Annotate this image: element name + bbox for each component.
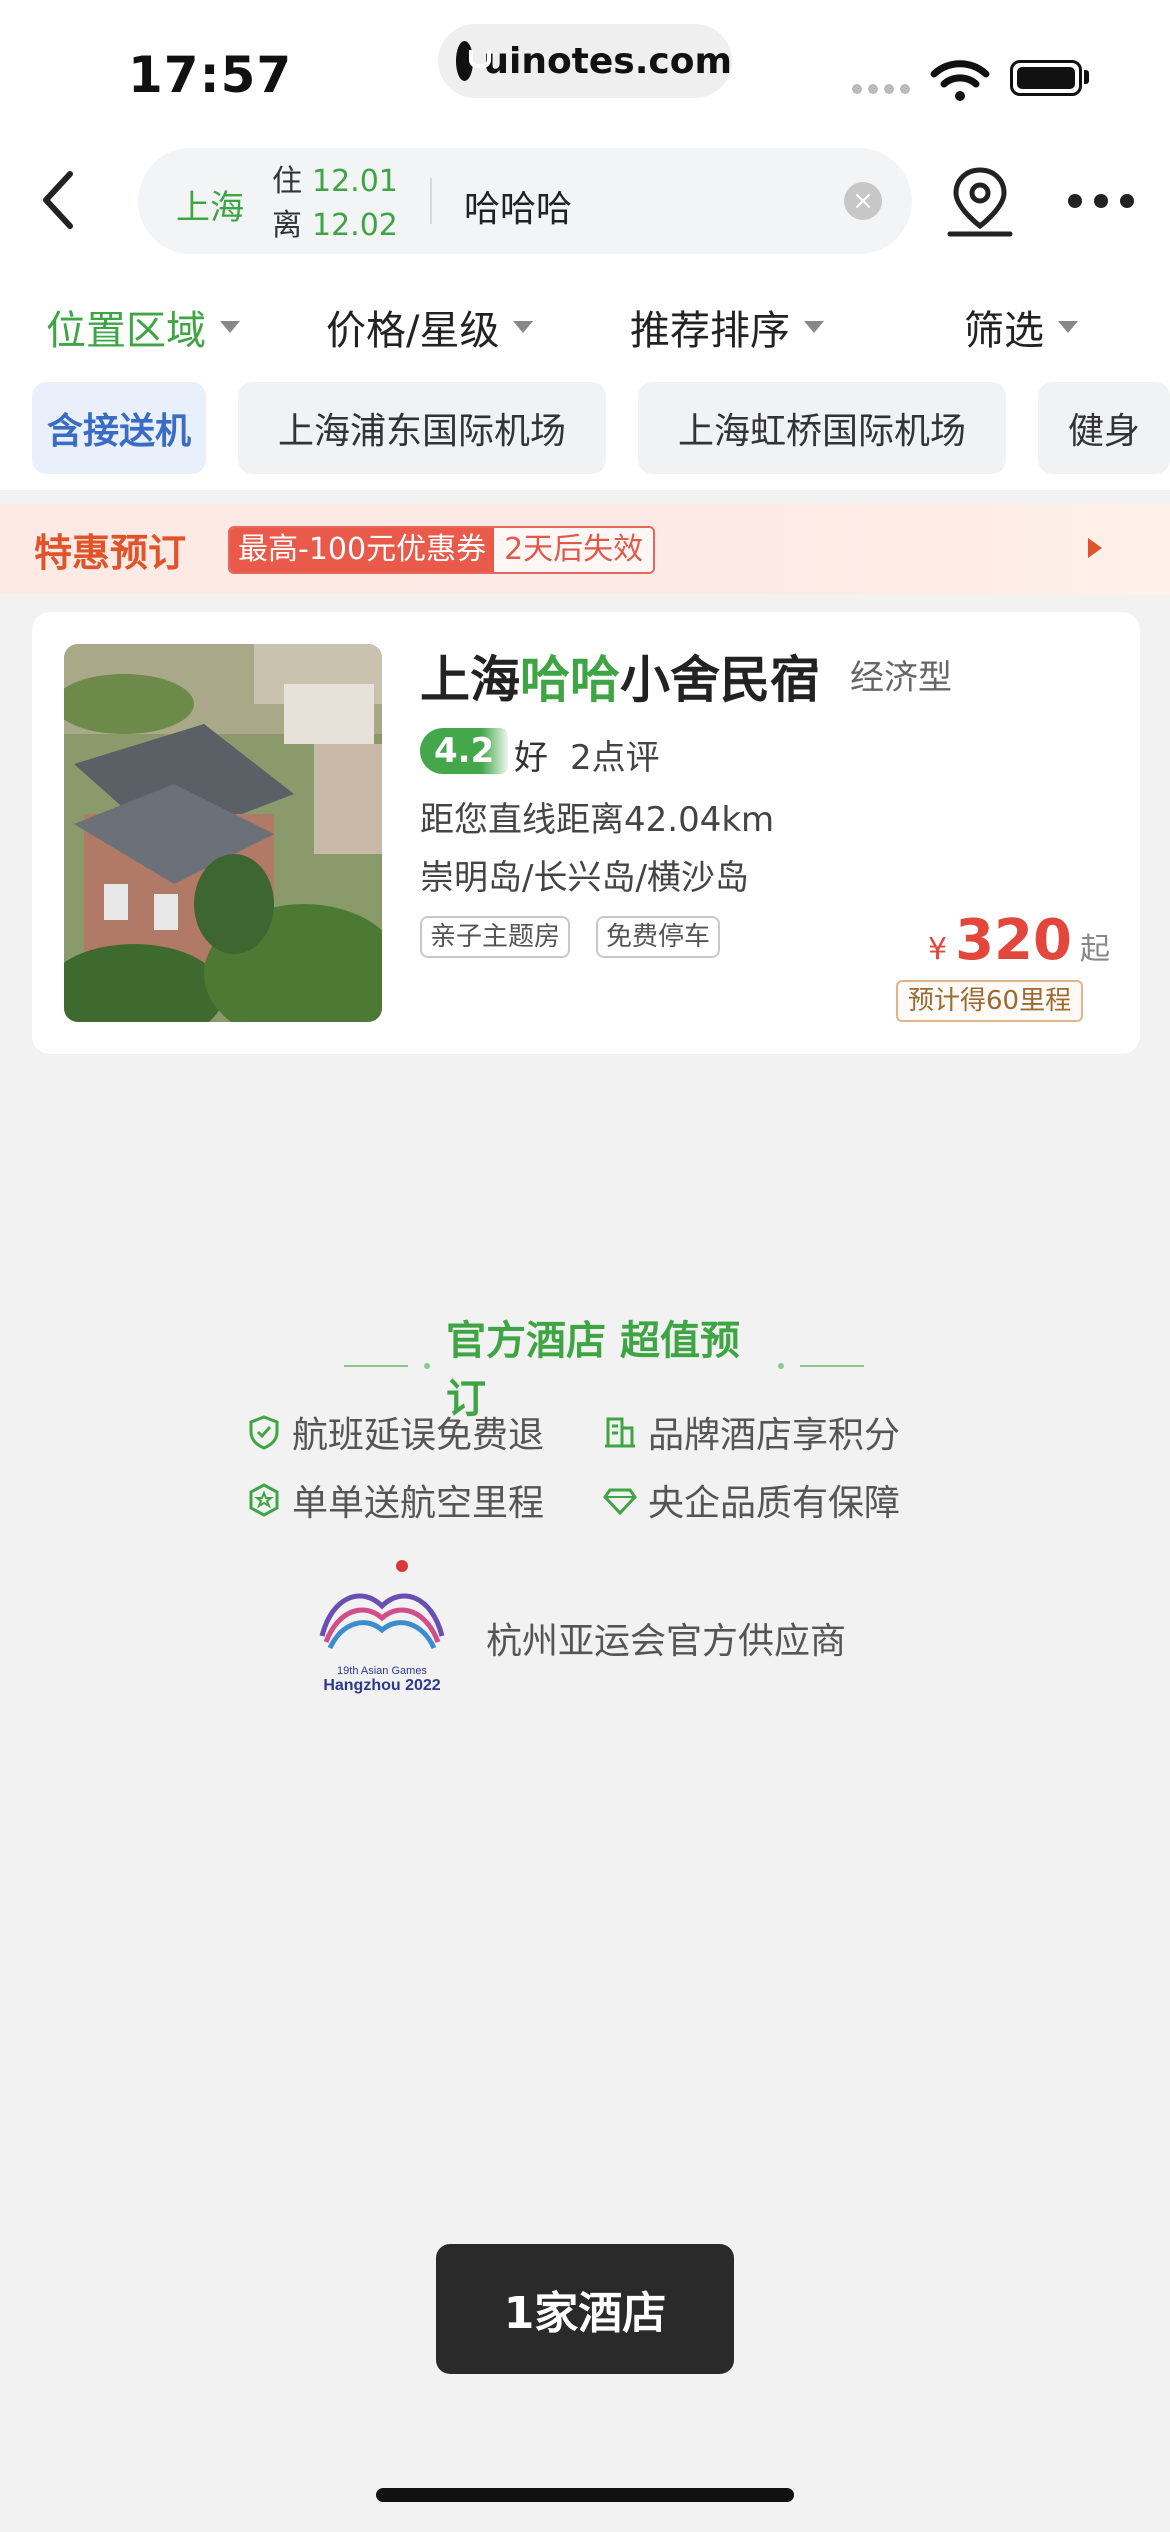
home-indicator: [376, 2488, 794, 2502]
map-pin-icon[interactable]: [944, 164, 1016, 240]
svg-text:Hangzhou 2022: Hangzhou 2022: [323, 1677, 440, 1694]
chip-hongqiao-airport[interactable]: 上海虹桥国际机场: [638, 382, 1006, 474]
hexagon-star-icon: [249, 1483, 279, 1517]
filter-sort[interactable]: 推荐排序: [630, 298, 824, 356]
filter-sort-label: 推荐排序: [630, 308, 790, 354]
shield-check-icon: [249, 1415, 279, 1450]
status-time: 17:57: [128, 46, 293, 104]
chip-airport-transfer[interactable]: 含接送机: [32, 382, 206, 474]
benefit-flight-delay: 航班延误免费退: [246, 1406, 544, 1458]
wifi-icon: [930, 60, 990, 101]
divider-dot: [777, 1363, 784, 1369]
arrow-right-icon: [1088, 538, 1102, 558]
divider-line: [799, 1365, 864, 1367]
hotel-score: 4.2: [434, 731, 495, 771]
price-suffix: 起: [1080, 932, 1110, 967]
coupon-badge: 最高-100元优惠券 2天后失效: [228, 526, 656, 574]
hotel-photo[interactable]: [64, 644, 382, 1022]
svg-text:19th Asian Games: 19th Asian Games: [337, 1665, 427, 1677]
filter-location-label: 位置区域: [46, 308, 206, 354]
clear-icon[interactable]: ×: [844, 182, 882, 220]
hotel-area: 崇明岛/长兴岛/横沙岛: [420, 858, 749, 898]
battery-icon: [1010, 60, 1082, 96]
battery-cap: [1084, 70, 1089, 84]
price-row: ¥ 320 起: [928, 908, 1110, 973]
divider-dot: [424, 1363, 431, 1369]
coupon-expiry: 2天后失效: [494, 528, 654, 572]
mileage-badge: 预计得60里程: [896, 980, 1084, 1022]
hotel-count-button[interactable]: 1家酒店: [436, 2244, 734, 2374]
city-selector[interactable]: 上海: [176, 180, 244, 229]
hotel-tag: 免费停车: [596, 916, 721, 958]
benefit-text: 品牌酒店享积分: [648, 1415, 901, 1456]
review-count[interactable]: 2点评: [570, 730, 660, 779]
hotel-tag: 亲子主题房: [420, 916, 571, 958]
more-options-icon[interactable]: [1068, 194, 1134, 208]
caret-down-icon: [220, 321, 240, 333]
caret-down-icon: [513, 321, 534, 333]
currency-symbol: ¥: [928, 932, 948, 967]
checkin-label: 住: [272, 164, 302, 199]
checkin-date: 12.01: [312, 164, 398, 199]
divider-line: [344, 1365, 409, 1367]
url-pill[interactable]: uinotes.com: [438, 24, 732, 98]
filter-price-star[interactable]: 价格/星级: [326, 298, 534, 356]
checkout-label: 离: [272, 208, 302, 243]
hotel-name[interactable]: 上海哈哈小舍民宿: [420, 640, 820, 712]
hotel-name-prefix: 上海: [420, 651, 520, 709]
checkout-date: 12.02: [312, 208, 398, 243]
cellular-signal-icon: [852, 84, 910, 94]
chip-gym[interactable]: 健身: [1038, 382, 1170, 474]
benefit-text: 航班延误免费退: [292, 1415, 545, 1456]
promo-title: 特惠预订: [34, 531, 187, 575]
benefit-text: 单单送航空里程: [292, 1483, 545, 1524]
url-text: uinotes.com: [483, 40, 732, 82]
caret-down-icon: [1058, 321, 1078, 333]
score-badge: 4.2: [420, 728, 509, 774]
benefit-air-miles: 单单送航空里程: [246, 1474, 544, 1526]
site-logo-icon: [456, 41, 492, 81]
filter-more[interactable]: 筛选: [964, 298, 1078, 356]
hotel-name-highlight: 哈哈: [520, 651, 620, 709]
hotel-type: 经济型: [850, 658, 952, 698]
benefit-text: 央企品质有保障: [648, 1483, 901, 1524]
score-word: 好: [514, 738, 548, 778]
official-supplier-text: 杭州亚运会官方供应商: [486, 1621, 847, 1662]
benefit-quality: 央企品质有保障: [602, 1474, 900, 1526]
date-selector[interactable]: 住 12.01 离 12.02: [272, 160, 398, 248]
filter-location[interactable]: 位置区域: [46, 298, 240, 356]
hotel-distance: 距您直线距离42.04km: [420, 800, 775, 840]
coupon-amount: 最高-100元优惠券: [230, 528, 495, 572]
back-button[interactable]: [38, 160, 98, 240]
benefit-brand-points: 品牌酒店享积分: [602, 1406, 900, 1458]
filter-price-label: 价格/星级: [326, 308, 500, 354]
chip-pudong-airport[interactable]: 上海浦东国际机场: [238, 382, 606, 474]
chevron-left-icon: [43, 171, 73, 229]
hotel-name-suffix: 小舍民宿: [620, 651, 820, 709]
hotel-price: 320: [955, 908, 1072, 973]
search-input[interactable]: 哈哈哈: [464, 180, 572, 232]
filter-more-label: 筛选: [964, 308, 1044, 354]
caret-down-icon: [804, 321, 824, 333]
search-divider: [430, 178, 432, 224]
diamond-outline-icon: [603, 1488, 637, 1516]
asian-games-logo: 19th Asian Games Hangzhou 2022: [319, 1560, 445, 1694]
building-icon: [605, 1417, 635, 1448]
